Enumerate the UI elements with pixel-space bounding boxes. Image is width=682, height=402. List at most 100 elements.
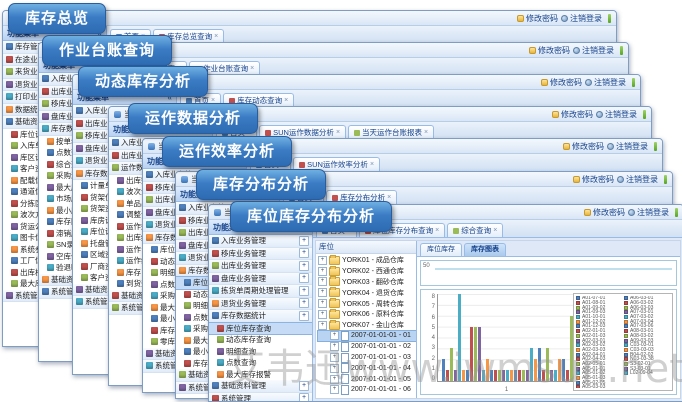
tree-expander-icon[interactable]: + [330,353,339,362]
menu-item-icon [47,195,54,202]
expand-icon[interactable]: + [299,236,309,246]
menu-item-icon [184,279,191,286]
tab[interactable]: 当天运作台账报表× [348,125,434,139]
chart-subtab[interactable]: 库存图表 [464,243,506,256]
sidebar-item[interactable]: 入库业务管理+ [209,235,312,248]
logout-button[interactable]: 注销登录 [628,207,669,218]
menu-item-icon [112,292,119,299]
menu-item-icon [146,221,153,228]
expand-icon[interactable]: + [299,286,309,296]
tree-node[interactable]: +2007-01-01-01 - 02 [318,341,416,352]
sidebar-item[interactable]: 基础资料管理+ [209,380,312,393]
logout-button[interactable]: 注销登录 [573,45,614,56]
tree-node[interactable]: +YORK07 - 金山仓库 [318,320,416,331]
logout-button[interactable]: 注销登录 [596,109,637,120]
menu-item-icon [47,241,54,248]
bar [478,327,481,381]
tree-node[interactable]: +2007-01-01-01 - 04 [318,363,416,374]
menu-item-icon [117,211,124,218]
tree-expander-icon[interactable]: + [318,310,327,319]
sidebar-item[interactable]: 点数查询+ [209,357,312,369]
sidebar-item[interactable]: 退货业务管理+ [209,298,312,311]
sidebar-item[interactable]: 系统管理+ [209,393,312,402]
menu-item-icon [76,298,83,305]
banner-operation-data: 运作数据分析 [128,103,258,134]
logout-button[interactable]: 注销登录 [607,141,648,152]
tab-close-icon[interactable]: × [284,97,288,104]
tree-node[interactable]: +YORK03 - 翻砂仓库 [318,277,416,288]
sidebar-item[interactable]: 库存数据统计+ [209,310,312,323]
tree-node[interactable]: +2007-01-01-01 - 06 [318,385,416,396]
logout-button[interactable]: 注销登录 [585,77,626,88]
tree-node-icon [341,353,349,363]
legend-swatch-icon [576,385,580,388]
change-password-button[interactable]: 修改密码 [552,109,593,120]
tree-expander-icon[interactable]: + [330,331,339,340]
tree-expander-icon[interactable]: + [318,299,327,308]
change-password-button[interactable]: 修改密码 [541,77,582,88]
tree-expander-icon[interactable]: + [318,288,327,297]
tree-node[interactable]: +YORK05 - 周转仓库 [318,298,416,309]
tree-node-icon [329,310,340,319]
expand-icon[interactable]: + [299,311,309,321]
tab-close-icon[interactable]: × [214,33,218,40]
change-password-button[interactable]: 修改密码 [584,207,625,218]
chart-subtab[interactable]: 库位库存 [420,243,462,256]
bar [490,370,493,381]
sidebar-item[interactable]: 移库业务管理+ [209,248,312,261]
expand-icon[interactable]: + [299,273,309,283]
menu-item-icon [212,312,219,319]
sidebar-item[interactable]: 最大库存报警+ [209,369,312,381]
expand-icon[interactable]: + [299,261,309,271]
tree-node[interactable]: +2007-01-01-01 - 03 [318,352,416,363]
change-password-button[interactable]: 修改密码 [563,141,604,152]
tab-close-icon[interactable]: × [250,65,254,72]
tree-node[interactable]: +2007-01-01-01 - 01 [318,331,416,342]
tree-node[interactable]: +YORK01 - 成品仓库 [318,255,416,266]
menu-item-icon [117,269,124,276]
y-axis-tick: 0 [432,376,435,382]
expand-icon[interactable]: + [299,381,309,391]
tree-expander-icon[interactable]: + [318,267,327,276]
tree-node[interactable]: +YORK04 - 退货仓库 [318,287,416,298]
tree-expander-icon[interactable]: + [330,364,339,373]
menu-item-icon [42,288,49,295]
tab-close-icon[interactable]: × [336,129,340,136]
expand-icon[interactable]: + [299,248,309,258]
location-tree-panel: 库位 +YORK01 - 成品仓库+YORK02 - 西通仓库+YORK03 -… [316,241,417,398]
tree-expander-icon[interactable]: + [330,342,339,351]
tree-node[interactable]: +YORK02 - 西通仓库 [318,266,416,277]
tree-expander-icon[interactable]: + [330,385,339,394]
sidebar-item[interactable]: 出库业务管理+ [209,260,312,273]
change-password-button[interactable]: 修改密码 [529,45,570,56]
tab-close-icon[interactable]: × [435,227,439,234]
sidebar-item[interactable]: 盘库业务管理+ [209,273,312,286]
power-icon [628,209,635,216]
tree-expander-icon[interactable]: + [318,321,327,330]
sidebar-item[interactable]: 库位库存查询+ [209,323,312,335]
tree-node-icon [341,374,349,384]
change-password-button[interactable]: 修改密码 [573,174,614,185]
tree-node[interactable]: +2007-01-01-01 - 05 [318,374,416,385]
tree-node[interactable]: +YORK06 - 原料仓库 [318,309,416,320]
sidebar-item[interactable]: 动态库存查询+ [209,334,312,346]
tree-expander-icon[interactable]: + [318,277,327,286]
menu-item-icon [47,149,54,156]
change-password-button[interactable]: 修改密码 [517,13,558,24]
logout-button[interactable]: 注销登录 [617,174,658,185]
sidebar-item[interactable]: 拣货单周期处理管理+ [209,285,312,298]
menu-item-icon [47,264,54,271]
tab[interactable]: 综合查询× [447,223,503,237]
tree-expander-icon[interactable]: + [330,375,339,384]
sidebar-item[interactable]: 明细查询+ [209,346,312,358]
tab-close-icon[interactable]: × [370,161,374,168]
logout-button[interactable]: 注销登录 [561,13,602,24]
user-icon [114,111,121,118]
bar [534,359,537,381]
tab-close-icon[interactable]: × [424,129,428,136]
tab-close-icon[interactable]: × [493,227,497,234]
tab-close-icon[interactable]: × [387,194,391,201]
expand-icon[interactable]: + [299,393,309,401]
tree-expander-icon[interactable]: + [318,256,327,265]
expand-icon[interactable]: + [299,298,309,308]
